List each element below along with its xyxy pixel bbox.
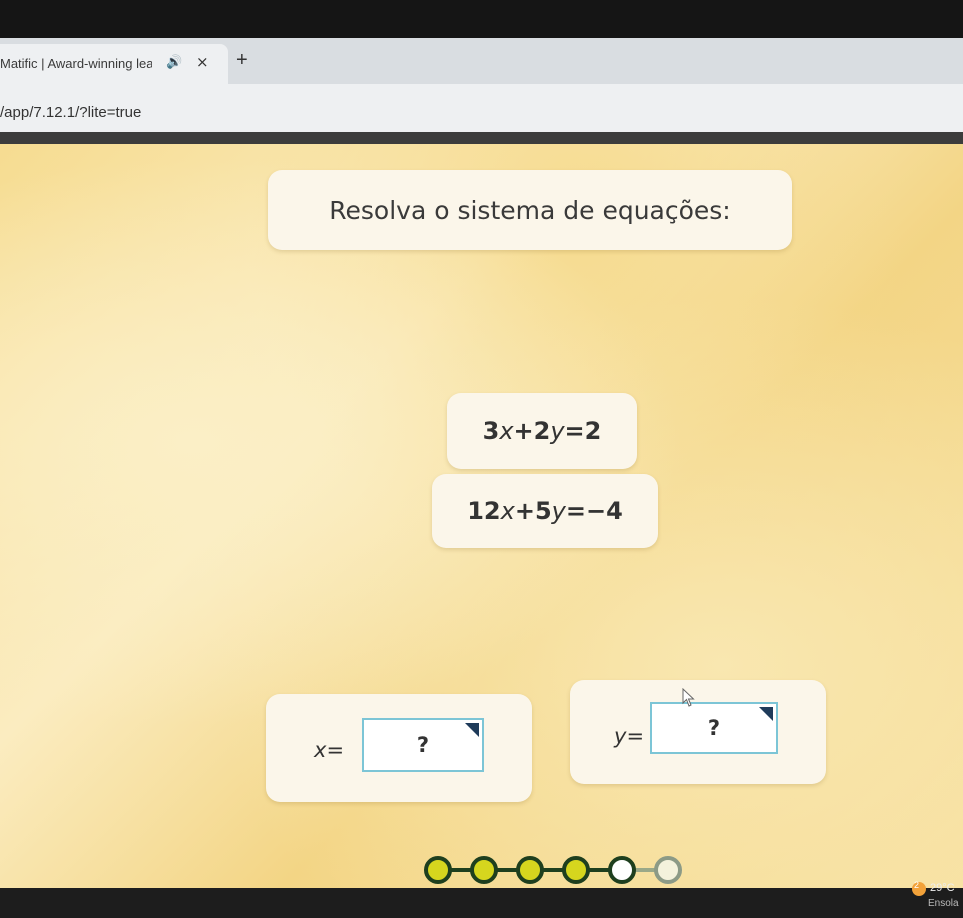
equation-1-coef-x: 3: [482, 417, 500, 445]
temperature: 29°C: [930, 882, 955, 894]
weather-condition: Ensola: [928, 898, 959, 909]
url-text[interactable]: /app/7.12.1/?lite=true: [0, 104, 141, 121]
answer-card-x: x= ?: [266, 694, 532, 802]
progress-step-5: [608, 856, 636, 884]
progress-step-4: [562, 856, 590, 884]
equation-2-var-y: y: [551, 497, 566, 525]
weather-widget[interactable]: 2 29°C Ensola: [912, 878, 963, 918]
tab-title: Matific | Award-winning lea: [0, 56, 152, 71]
instruction-card: Resolva o sistema de equações:: [268, 170, 792, 250]
dropdown-corner-icon: [759, 707, 773, 721]
browser-edge: [0, 132, 963, 144]
equation-2-coef-y: 5: [534, 497, 552, 525]
close-tab-icon[interactable]: ×: [196, 53, 209, 71]
equation-2-coef-x: 12: [467, 497, 501, 525]
equation-1-var-y: y: [550, 417, 565, 445]
browser-tab-bar: Matific | Award-winning lea 🔊 × +: [0, 38, 963, 84]
answer-x-value: ?: [416, 733, 430, 757]
equation-2: 12 x +5 y = −4: [432, 474, 658, 548]
equation-1-var-x: x: [499, 417, 514, 445]
screen: Matific | Award-winning lea 🔊 × + /app/7…: [0, 0, 963, 918]
progress-step-3: [516, 856, 544, 884]
answer-x-input[interactable]: ?: [362, 718, 484, 772]
answer-y-value: ?: [707, 716, 721, 740]
browser-tab[interactable]: Matific | Award-winning lea 🔊 ×: [0, 44, 228, 84]
equation-1-coef-y: 2: [533, 417, 551, 445]
address-bar[interactable]: /app/7.12.1/?lite=true: [0, 84, 963, 132]
instruction-text: Resolva o sistema de equações:: [329, 195, 731, 225]
progress-tracker: [424, 856, 682, 884]
progress-step-2: [470, 856, 498, 884]
progress-step-6: [654, 856, 682, 884]
progress-step-1: [424, 856, 452, 884]
taskbar: [0, 888, 963, 918]
equation-2-var-x: x: [500, 497, 515, 525]
answer-y-input[interactable]: ?: [650, 702, 778, 754]
equation-1-rhs: 2: [584, 417, 602, 445]
answer-y-label: y=: [614, 724, 645, 748]
answer-card-y: y= ?: [570, 680, 826, 784]
equation-2-rhs: −4: [585, 497, 623, 525]
dropdown-corner-icon: [465, 723, 479, 737]
equation-1: 3 x +2 y = 2: [447, 393, 637, 469]
mouse-cursor-icon: [682, 688, 695, 707]
new-tab-button[interactable]: +: [236, 49, 248, 72]
weather-badge: 2: [914, 880, 920, 890]
speaker-icon[interactable]: 🔊: [166, 55, 182, 70]
answer-x-label: x=: [314, 738, 345, 762]
